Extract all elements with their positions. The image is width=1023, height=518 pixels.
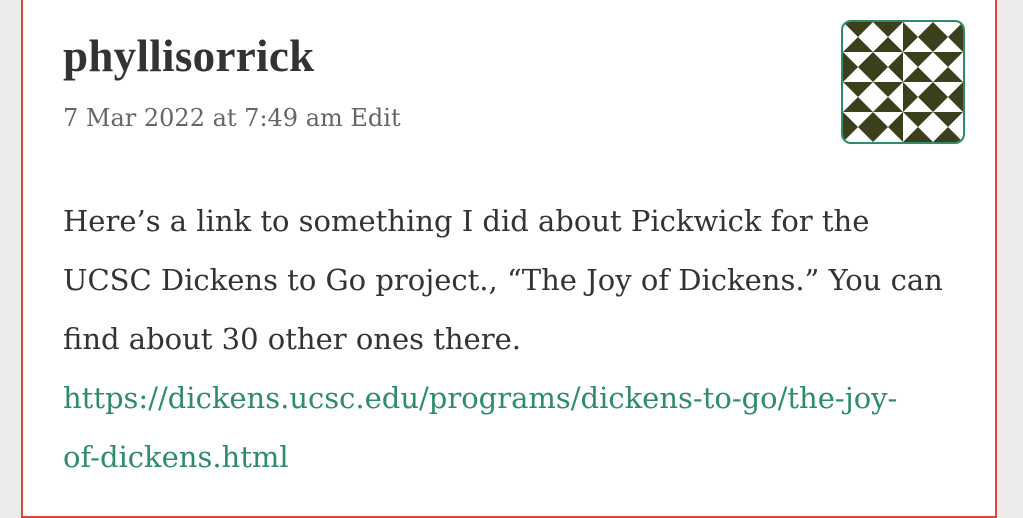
comment-text-line: Here’s a link to something I did about P…: [63, 204, 870, 238]
comment-author-name[interactable]: phyllisorrick: [63, 30, 314, 82]
identicon-tile: [903, 112, 933, 127]
comment-text-line: find about 30 other ones there.: [63, 322, 521, 356]
identicon-tile: [843, 97, 873, 112]
identicon-tile: [843, 37, 873, 52]
identicon-tile: [948, 22, 963, 52]
comment-meta: 7 Mar 2022 at 7:49 am Edit: [63, 104, 401, 132]
identicon-tile: [888, 52, 903, 82]
identicon-tile: [948, 82, 963, 112]
identicon-tile: [933, 82, 948, 112]
identicon-tile: [843, 82, 873, 97]
identicon-tile: [903, 52, 933, 67]
identicon-tile: [858, 112, 873, 142]
avatar-pattern: [843, 22, 963, 142]
identicon-tile: [918, 22, 933, 52]
identicon-tile: [873, 37, 903, 52]
identicon-tile: [903, 127, 933, 142]
identicon-tile: [873, 22, 903, 37]
identicon-avatar-icon[interactable]: [841, 20, 965, 144]
identicon-tile: [873, 97, 903, 112]
identicon-tile: [843, 112, 858, 142]
identicon-tile: [843, 22, 873, 37]
identicon-tile: [918, 82, 933, 112]
comment-text-line: UCSC Dickens to Go project., “The Joy of…: [63, 263, 943, 297]
link-text: of-dickens.html: [63, 440, 289, 474]
comment-card: phyllisorrick 7 Mar 2022 at 7:49 am Edit…: [21, 0, 997, 518]
identicon-tile: [933, 112, 963, 127]
identicon-tile: [933, 52, 963, 67]
comment-body: Here’s a link to something I did about P…: [63, 192, 963, 487]
edit-comment-link[interactable]: Edit: [350, 104, 400, 132]
identicon-tile: [888, 112, 903, 142]
dickens-url-link[interactable]: https://dickens.ucsc.edu/programs/dicken…: [63, 381, 897, 474]
identicon-tile: [933, 22, 948, 52]
identicon-tile: [873, 112, 888, 142]
identicon-tile: [933, 127, 963, 142]
identicon-tile: [858, 52, 873, 82]
identicon-tile: [873, 82, 903, 97]
link-text: https://dickens.ucsc.edu/programs/dicken…: [63, 381, 898, 415]
comment-timestamp-link[interactable]: 7 Mar 2022 at 7:49 am: [63, 104, 343, 132]
identicon-tile: [903, 22, 918, 52]
identicon-tile: [903, 67, 933, 82]
identicon-tile: [873, 52, 888, 82]
identicon-tile: [903, 82, 918, 112]
identicon-tile: [843, 52, 858, 82]
identicon-tile: [933, 67, 963, 82]
